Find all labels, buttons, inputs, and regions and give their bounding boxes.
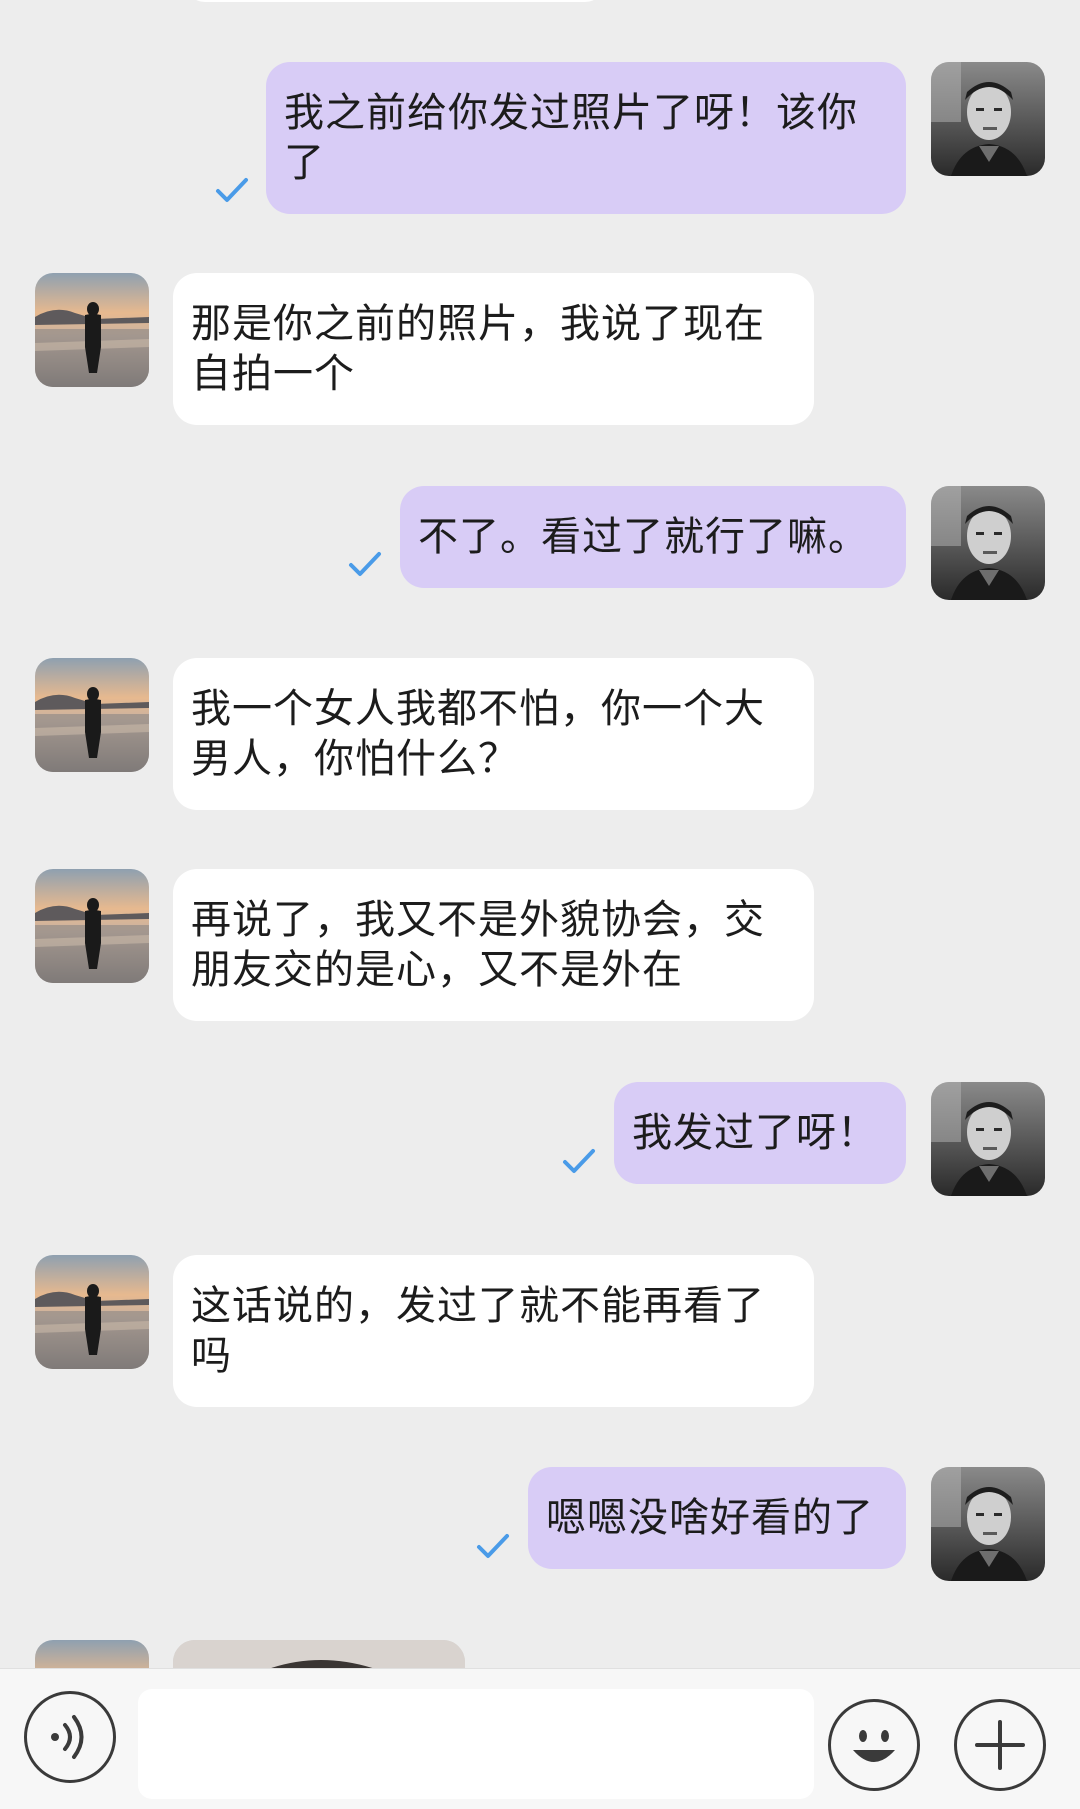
contact-avatar[interactable] [35,869,149,983]
plus-icon [975,1720,1025,1770]
emoji-button[interactable] [828,1699,920,1791]
contact-avatar[interactable] [35,658,149,772]
message-input[interactable] [138,1689,814,1799]
contact-avatar[interactable] [35,273,149,387]
my-avatar[interactable] [931,1082,1045,1196]
emoji-icon [853,1730,895,1762]
my-avatar[interactable] [931,486,1045,600]
previous-message-bubble [185,0,605,2]
message-bubble-outgoing[interactable]: 我发过了呀！ [614,1082,906,1184]
message-bubble-outgoing[interactable]: 嗯嗯没啥好看的了 [528,1467,906,1569]
voice-icon [51,1715,84,1759]
my-avatar[interactable] [931,1467,1045,1581]
message-bubble-incoming[interactable]: 再说了，我又不是外貌协会，交朋友交的是心，又不是外在 [173,869,814,1021]
plus-button[interactable] [954,1699,1046,1791]
message-bubble-incoming[interactable]: 我一个女人我都不怕，你一个大男人，你怕什么？ [173,658,814,810]
message-bubble-outgoing[interactable]: 我之前给你发过照片了呀！该你了 [266,62,906,214]
read-checkmark-icon [476,1532,510,1560]
image-message[interactable] [173,1640,465,1668]
chat-area[interactable]: 我之前给你发过照片了呀！该你了 那是你之前的照片，我说了现在自拍一个 不了。看过… [0,0,1080,1668]
message-bubble-incoming[interactable]: 那是你之前的照片，我说了现在自拍一个 [173,273,814,425]
contact-avatar[interactable] [35,1255,149,1369]
read-checkmark-icon [562,1147,596,1175]
read-checkmark-icon [215,176,249,204]
contact-avatar[interactable] [35,1640,149,1668]
message-bubble-outgoing[interactable]: 不了。看过了就行了嘛。 [400,486,906,588]
voice-button[interactable] [24,1691,116,1783]
message-bubble-incoming[interactable]: 这话说的，发过了就不能再看了吗 [173,1255,814,1407]
read-checkmark-icon [348,550,382,578]
my-avatar[interactable] [931,62,1045,176]
input-bar [0,1668,1080,1809]
